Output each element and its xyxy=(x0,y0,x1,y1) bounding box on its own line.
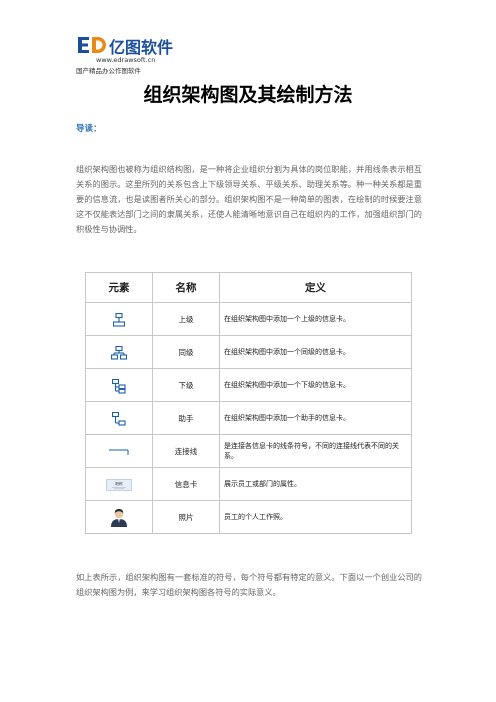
definition-cell: 在组织架构图中添加一个上级的信息卡。 xyxy=(219,302,412,336)
definition-cell: 展示员工或部门的属性。 xyxy=(219,467,412,501)
element-cell xyxy=(85,500,153,534)
column-header-name: 名称 xyxy=(152,272,220,303)
name-cell: 照片 xyxy=(152,500,220,534)
name-cell: 助手 xyxy=(152,401,220,435)
definition-cell: 是连接各信息卡的线条符号，不同的连接线代表不同的关系。 xyxy=(219,434,412,468)
edraw-logo: 亿图软件 www.edrawsoft.cn 国产精品办公作图软件 xyxy=(76,34,196,75)
table-row: 下级 在组织架构图中添加一个下级的信息卡。 xyxy=(85,368,412,402)
table-row: 同级 在组织架构图中添加一个同级的信息卡。 xyxy=(85,335,412,369)
superior-icon xyxy=(113,313,125,327)
connector-icon xyxy=(109,449,129,455)
document-title: 组织架构图及其绘制方法 xyxy=(143,84,353,106)
element-cell xyxy=(85,434,153,468)
subordinate-icon xyxy=(112,378,126,394)
table-row: 照片 员工的个人工作照。 xyxy=(85,500,412,534)
definition-cell: 在组织架构图中添加一个同级的信息卡。 xyxy=(219,335,412,369)
info-card-label: 职称 xyxy=(115,481,123,486)
edraw-logo-icon xyxy=(78,37,106,53)
name-cell: 同级 xyxy=(152,335,220,369)
element-cell xyxy=(85,335,153,369)
table-row: 上级 在组织架构图中添加一个上级的信息卡。 xyxy=(85,302,412,336)
element-cell xyxy=(85,368,153,402)
table-row: 连接线 是连接各信息卡的线条符号，不同的连接线代表不同的关系。 xyxy=(85,434,412,468)
element-cell: 职称 xyxy=(85,467,153,501)
logo-url: www.edrawsoft.cn xyxy=(96,56,156,64)
name-cell: 下级 xyxy=(152,368,220,402)
intro-paragraph: 组织架构图也被称为组织结构图，是一种将企业组织分割为具体的岗位职能，并用线条表示… xyxy=(76,164,422,235)
name-cell: 连接线 xyxy=(152,434,220,468)
table-row: 职称 信息卡 展示员工或部门的属性。 xyxy=(85,467,412,501)
info-card-icon: 职称 xyxy=(106,479,132,491)
element-cell xyxy=(85,302,153,336)
column-header-element: 元素 xyxy=(85,272,153,303)
logo-tagline: 国产精品办公作图软件 xyxy=(76,67,141,75)
assistant-icon xyxy=(112,412,126,426)
table-header-row: 元素 名称 定义 xyxy=(85,272,412,303)
definition-cell: 在组织架构图中添加一个助手的信息卡。 xyxy=(219,401,412,435)
name-cell: 上级 xyxy=(152,302,220,336)
intro-label: 导读： xyxy=(76,124,102,134)
symbol-table: 元素 名称 定义 上级 在组织架构图中添加一个上级的信息卡。 同级 在组织架构图… xyxy=(85,272,412,538)
definition-cell: 员工的个人工作照。 xyxy=(219,500,412,534)
element-cell xyxy=(85,401,153,435)
table-row: 助手 在组织架构图中添加一个助手的信息卡。 xyxy=(85,401,412,435)
photo-icon xyxy=(111,509,127,528)
definition-cell: 在组织架构图中添加一个下级的信息卡。 xyxy=(219,368,412,402)
logo-text: 亿图软件 xyxy=(109,38,174,57)
peer-icon xyxy=(111,346,127,360)
name-cell: 信息卡 xyxy=(152,467,220,501)
column-header-definition: 定义 xyxy=(219,272,412,303)
closing-paragraph: 如上表所示，组织架构图有一套标准的符号，每个符号都有特定的意义。下面以一个创业公… xyxy=(76,572,422,598)
